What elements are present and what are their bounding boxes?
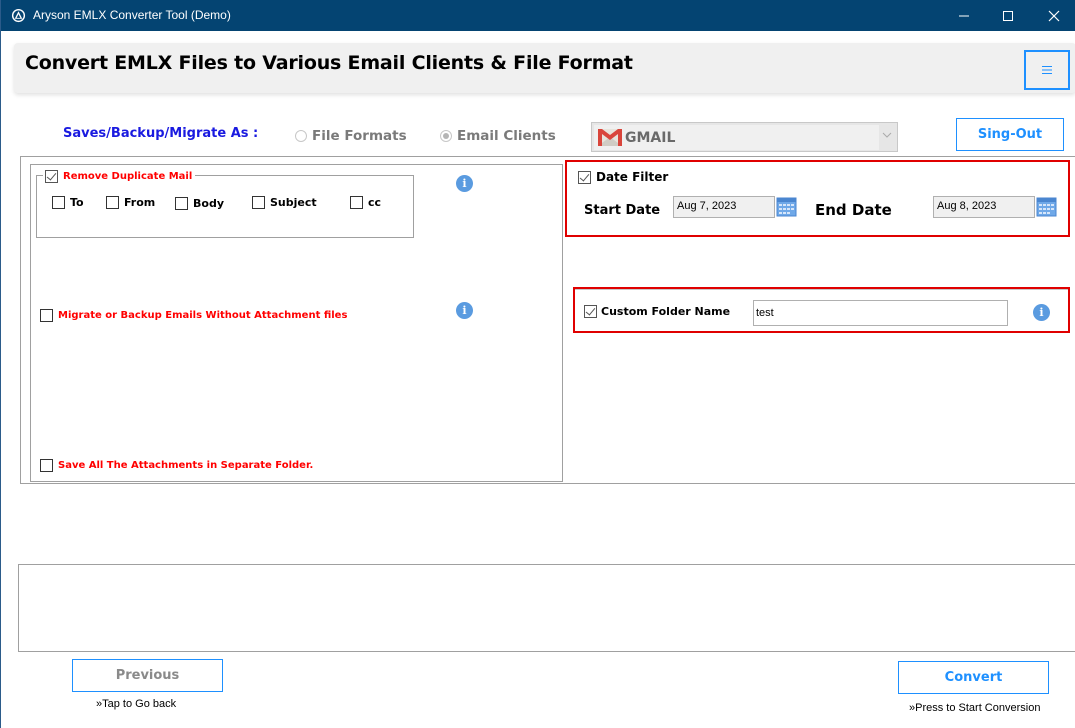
app-logo-icon: [11, 8, 26, 23]
field-label: cc: [368, 196, 382, 209]
checkbox: [40, 309, 53, 322]
radio-email-clients[interactable]: Email Clients: [440, 128, 556, 144]
minimize-button[interactable]: [941, 0, 987, 31]
calendar-icon[interactable]: [1036, 196, 1057, 217]
separate-attachments-label: Save All The Attachments in Separate Fol…: [58, 460, 314, 471]
frame-top-divider: [20, 156, 1075, 157]
frame-bottom-divider: [20, 483, 1075, 484]
checkbox-checked: [578, 170, 591, 184]
end-date-label: End Date: [815, 201, 892, 219]
checkbox-checked: [45, 170, 58, 183]
checkbox: [52, 196, 65, 209]
start-date-input[interactable]: Aug 7, 2023: [673, 196, 775, 218]
dup-field-cc[interactable]: cc: [350, 196, 381, 209]
selected-client: GMAIL: [625, 130, 676, 146]
header-panel: Convert EMLX Files to Various Email Clie…: [14, 43, 1075, 93]
menu-button[interactable]: [1024, 50, 1070, 90]
maximize-button[interactable]: [985, 0, 1031, 31]
calendar-icon[interactable]: [776, 196, 797, 217]
without-attachments-label: Migrate or Backup Emails Without Attachm…: [58, 310, 348, 321]
checkbox: [252, 196, 265, 209]
field-label: To: [70, 196, 84, 209]
checkbox: [175, 197, 188, 210]
field-label: From: [124, 196, 156, 209]
radio-label: File Formats: [312, 128, 407, 144]
remove-duplicate-checkbox[interactable]: Remove Duplicate Mail: [43, 170, 196, 183]
checkbox: [106, 196, 119, 209]
save-as-label: Saves/Backup/Migrate As :: [63, 126, 259, 141]
hamburger-menu-icon: [1042, 66, 1052, 74]
select-field: GMAIL: [594, 125, 879, 150]
app-window: Aryson EMLX Converter Tool (Demo) Conver…: [0, 0, 1075, 728]
sign-out-button[interactable]: Sing-Out: [956, 118, 1064, 151]
radio-indicator: [295, 130, 307, 142]
section-divider: [575, 289, 1068, 290]
radio-label: Email Clients: [457, 128, 556, 144]
convert-hint: »Press to Start Conversion: [909, 702, 1041, 714]
separate-attachments-checkbox[interactable]: Save All The Attachments in Separate Fol…: [40, 459, 313, 472]
gmail-icon: [598, 129, 622, 146]
dup-field-from[interactable]: From: [106, 196, 155, 209]
remove-duplicate-label: Remove Duplicate Mail: [63, 171, 193, 182]
maximize-icon: [1003, 10, 1013, 21]
info-icon[interactable]: i: [456, 175, 473, 192]
radio-file-formats[interactable]: File Formats: [295, 128, 407, 144]
field-label: Subject: [270, 196, 317, 209]
window-title: Aryson EMLX Converter Tool (Demo): [33, 8, 231, 22]
page-title: Convert EMLX Files to Various Email Clie…: [25, 52, 633, 74]
radio-indicator: [440, 130, 452, 142]
close-icon: [1048, 10, 1060, 21]
title-bar: Aryson EMLX Converter Tool (Demo): [1, 0, 1075, 31]
close-button[interactable]: [1031, 0, 1075, 31]
chevron-down-icon: [882, 132, 892, 138]
email-client-select[interactable]: GMAIL: [591, 122, 898, 152]
custom-folder-checkbox[interactable]: Custom Folder Name: [584, 305, 730, 318]
minimize-icon: [959, 15, 969, 16]
custom-folder-input[interactable]: test: [753, 300, 1008, 326]
log-output-area: [18, 564, 1075, 652]
info-icon[interactable]: i: [1033, 304, 1050, 321]
dup-field-to[interactable]: To: [52, 196, 84, 209]
start-date-label: Start Date: [584, 203, 661, 218]
info-icon[interactable]: i: [456, 302, 473, 319]
checkbox-checked: [584, 305, 597, 318]
checkbox: [40, 459, 53, 472]
convert-button[interactable]: Convert: [898, 661, 1049, 694]
date-filter-label: Date Filter: [596, 170, 669, 184]
checkbox: [350, 196, 363, 209]
dup-field-body[interactable]: Body: [175, 197, 224, 210]
previous-button[interactable]: Previous: [72, 659, 223, 692]
date-filter-checkbox[interactable]: Date Filter: [578, 170, 668, 184]
dup-field-subject[interactable]: Subject: [252, 196, 317, 209]
field-label: Body: [193, 197, 224, 210]
previous-hint: »Tap to Go back: [96, 698, 177, 710]
without-attachments-checkbox[interactable]: Migrate or Backup Emails Without Attachm…: [40, 309, 347, 322]
end-date-input[interactable]: Aug 8, 2023: [933, 196, 1035, 218]
custom-folder-label: Custom Folder Name: [601, 305, 731, 318]
frame-left-border: [20, 156, 21, 483]
